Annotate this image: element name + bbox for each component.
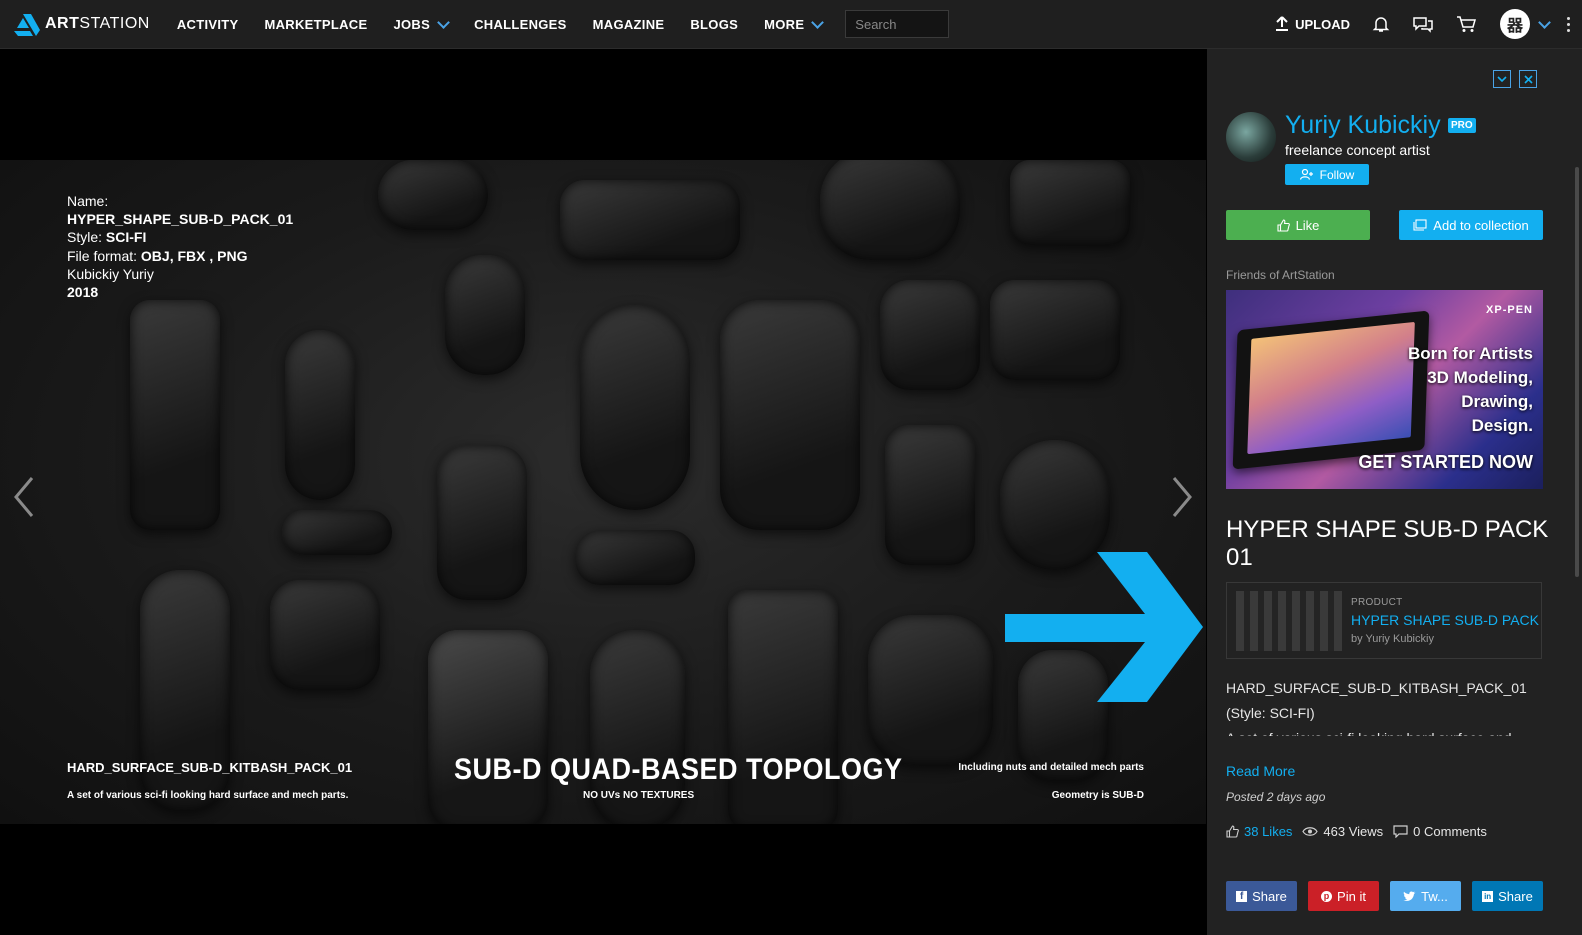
notifications-button[interactable] [1372,15,1390,33]
add-user-icon [1299,169,1313,180]
close-icon [1523,74,1533,84]
nav-marketplace[interactable]: MARKETPLACE [264,17,367,32]
artstation-logo-icon [14,14,40,36]
eye-icon [1302,827,1319,836]
ad-tablet-illustration [1232,310,1430,470]
thumbs-up-icon [1226,825,1239,838]
nav-magazine[interactable]: MAGAZINE [593,17,665,32]
nav-right-actions: UPLOAD 器 [1275,0,1582,48]
bell-icon [1372,17,1390,32]
author-tagline: freelance concept artist [1285,142,1430,158]
upload-icon [1276,16,1289,31]
chat-icon [1413,17,1433,33]
details-panel: Yuriy Kubickiy PRO freelance concept art… [1207,49,1582,935]
comment-icon [1393,825,1408,838]
friends-label: Friends of ArtStation [1226,268,1335,282]
artwork-note-2: Geometry is SUB-D [1051,790,1144,801]
cart-icon [1457,16,1476,32]
artwork-center-title: SUB-D QUAD-BASED TOPOLOGY [454,752,903,786]
ad-cta: GET STARTED NOW [1358,452,1533,472]
author-name-link[interactable]: Yuriy Kubickiy [1285,111,1441,140]
thumbs-up-icon [1277,218,1290,232]
project-stats: 38 Likes 463 Views 0 Comments [1226,824,1497,839]
nav-blogs[interactable]: BLOGS [690,17,738,32]
nav-challenges[interactable]: CHALLENGES [474,17,567,32]
user-avatar[interactable]: 器 [1500,9,1530,39]
share-twitter-button[interactable]: Tw... [1390,881,1461,911]
artwork-caption-sub: A set of various sci-fi looking hard sur… [67,790,349,801]
previous-image-icon[interactable] [8,472,38,522]
nav-more[interactable]: MORE [764,15,825,32]
artwork-specs: Name: HYPER_SHAPE_SUB-D_PACK_01 Style: S… [67,193,294,301]
collapse-panel-button[interactable] [1493,70,1511,88]
product-kind: PRODUCT [1351,597,1403,608]
product-name-link[interactable]: HYPER SHAPE SUB-D PACK [1351,612,1539,628]
share-pinterest-button[interactable]: p Pin it [1308,881,1379,911]
artstation-logo[interactable]: ARTSTATION [14,12,150,36]
ad-headline: Born for Artists 3D Modeling, Drawing, D… [1408,344,1533,435]
arrow-right-graphic [1005,552,1203,702]
product-card[interactable]: PRODUCT HYPER SHAPE SUB-D PACK by Yuriy … [1226,582,1542,659]
chevron-down-icon[interactable] [1538,15,1551,29]
views-count: 463 Views [1302,824,1383,839]
follow-button[interactable]: Follow [1285,164,1369,185]
artwork-note-1: Including nuts and detailed mech parts [958,762,1144,773]
panel-scrollbar[interactable] [1575,167,1579,577]
chevron-down-icon [811,15,825,29]
ad-brand: XP-PEN [1486,304,1533,316]
next-image-icon[interactable] [1168,472,1198,522]
twitter-icon [1403,891,1416,901]
share-linkedin-button[interactable]: in Share [1472,881,1543,911]
pro-badge: PRO [1448,118,1476,133]
cart-button[interactable] [1456,15,1478,33]
collection-icon [1413,219,1427,231]
author-avatar[interactable] [1226,112,1276,162]
chevron-down-icon [1497,76,1507,83]
upload-button[interactable]: UPLOAD [1275,16,1350,32]
read-more-link[interactable]: Read More [1226,763,1295,779]
artwork-viewer: Name: HYPER_SHAPE_SUB-D_PACK_01 Style: S… [0,49,1206,935]
pinterest-icon: p [1321,890,1333,902]
share-facebook-button[interactable]: f Share [1226,881,1297,911]
artwork-image: Name: HYPER_SHAPE_SUB-D_PACK_01 Style: S… [0,160,1206,824]
comments-count: 0 Comments [1393,824,1487,839]
sponsored-ad[interactable]: XP-PEN Born for Artists 3D Modeling, Dra… [1226,290,1543,489]
close-panel-button[interactable] [1519,70,1537,88]
nav-activity[interactable]: ACTIVITY [177,17,239,32]
chevron-down-icon [437,15,450,29]
project-title: HYPER SHAPE SUB-D PACK 01 [1226,516,1549,571]
like-button[interactable]: Like [1226,210,1370,240]
facebook-icon: f [1236,890,1248,902]
artwork-center-sub: NO UVs NO TEXTURES [583,790,695,801]
product-thumbnail [1236,591,1342,651]
more-menu-icon[interactable] [1567,16,1570,32]
search-input[interactable] [845,10,950,38]
posted-date: Posted 2 days ago [1226,790,1326,804]
brand-wordmark: ARTSTATION [45,15,150,32]
top-nav: ARTSTATION ACTIVITY MARKETPLACE JOBS CHA… [0,0,1582,49]
add-to-collection-button[interactable]: Add to collection [1399,210,1543,240]
artwork-caption-title: HARD_SURFACE_SUB-D_KITBASH_PACK_01 [67,760,353,775]
share-buttons: f Share p Pin it Tw... in Share [1226,881,1543,911]
project-description: HARD_SURFACE_SUB-D_KITBASH_PACK_01 (Styl… [1226,680,1527,736]
product-author: by Yuriy Kubickiy [1351,633,1434,645]
linkedin-icon: in [1482,890,1494,902]
likes-count[interactable]: 38 Likes [1226,824,1292,839]
nav-jobs[interactable]: JOBS [393,15,450,32]
messages-button[interactable] [1412,15,1434,33]
